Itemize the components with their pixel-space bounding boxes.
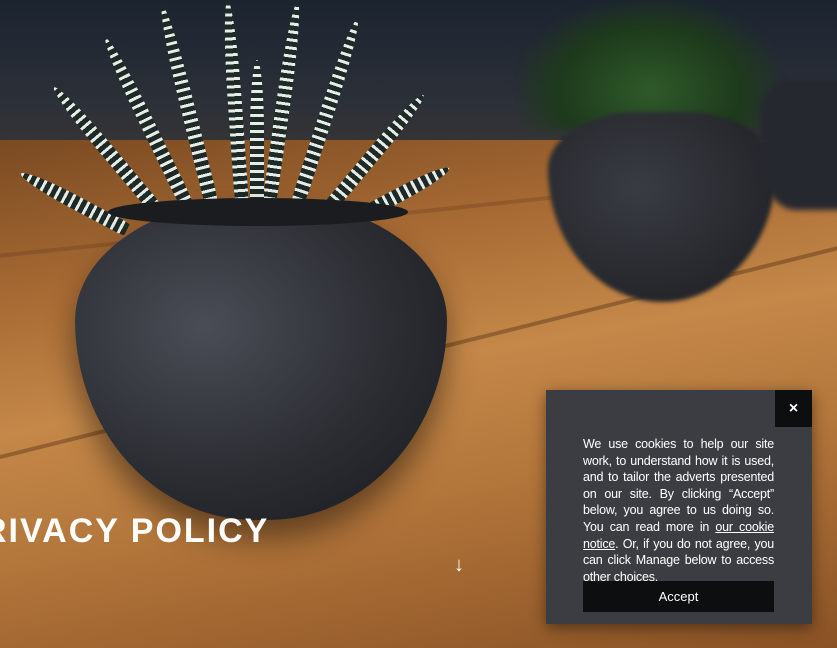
arrow-down-icon[interactable]: ↓ [449,553,469,577]
plant-pot-rim [108,198,408,226]
leaf [250,60,264,210]
close-button[interactable]: × [775,390,812,427]
close-icon: × [788,400,799,417]
cookie-banner: × We use cookies to help our site work, … [546,390,812,624]
accept-button[interactable]: Accept [583,581,774,612]
page-title: RIVACY POLICY [0,512,270,550]
background-pot-edge [760,80,837,210]
cookie-message: We use cookies to help our site work, to… [583,436,774,585]
background-plant [520,0,780,130]
